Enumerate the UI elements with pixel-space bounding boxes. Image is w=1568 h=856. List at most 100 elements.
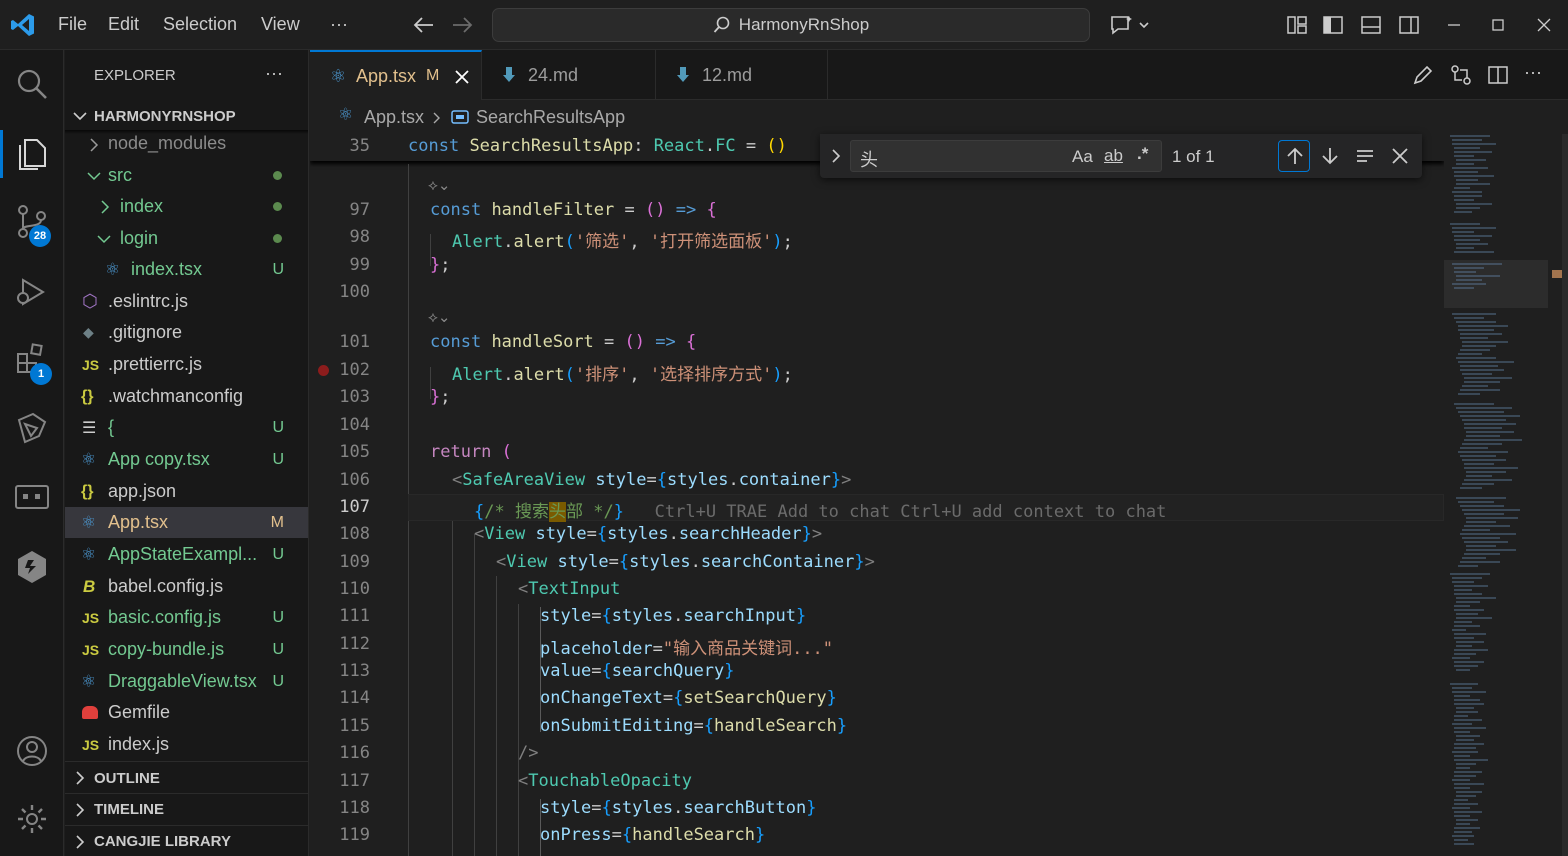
toggle-replace-chevron-icon[interactable] [830, 148, 842, 164]
command-center-search[interactable]: HarmonyRnShop [492, 8, 1090, 42]
tree-item-index-folder[interactable]: index [65, 191, 308, 222]
match-case-button[interactable]: Aa [1072, 147, 1093, 167]
tree-item-app-json[interactable]: {} app.json [65, 476, 308, 507]
extensions-badge: 1 [30, 363, 52, 385]
code-line: placeholder="输入商品关键词..." [540, 639, 834, 659]
babel-file-icon: B [83, 576, 96, 596]
tree-item-gemfile[interactable]: Gemfile [65, 697, 308, 728]
menu-more[interactable]: ··· [330, 14, 348, 35]
tab-12-md[interactable]: 12.md [656, 50, 828, 100]
forward-arrow-icon[interactable] [451, 15, 473, 35]
tab-label: 12.md [702, 64, 753, 85]
line-number: 114 [339, 688, 370, 708]
close-find-icon[interactable] [1391, 147, 1409, 165]
close-window-icon[interactable] [1533, 14, 1555, 36]
tree-item-babel-config[interactable]: B babel.config.js [65, 571, 308, 602]
menu-file[interactable]: File [58, 14, 87, 35]
editor-scrollbar[interactable] [1562, 134, 1568, 856]
editor-more-button[interactable]: ··· [1524, 62, 1542, 83]
tree-item-eslintrc[interactable]: ⬡ .eslintrc.js [65, 286, 308, 317]
tree-item-appstate[interactable]: ⚛ AppStateExampl... U [65, 539, 308, 570]
indent-guide [452, 494, 453, 856]
outline-section[interactable]: OUTLINE [65, 761, 308, 793]
previous-match-button[interactable] [1278, 140, 1310, 172]
indent-guide [518, 604, 519, 856]
react-file-icon: ⚛ [81, 671, 97, 691]
find-input[interactable]: 头 Aa ab .* [850, 140, 1162, 172]
codelens-icon[interactable]: ⟡⌄ [428, 176, 450, 194]
git-status: U [272, 260, 284, 278]
tree-item-src[interactable]: src [65, 160, 308, 191]
maximize-icon[interactable] [1487, 14, 1509, 36]
find-widget: 头 Aa ab .* 1 of 1 [820, 134, 1422, 178]
remote-explorer-icon[interactable] [13, 478, 51, 516]
tree-item-copy-bundle[interactable]: JS copy-bundle.js U [65, 634, 308, 665]
tree-item-app-copy[interactable]: ⚛ App copy.tsx U [65, 444, 308, 475]
tree-item-index-js[interactable]: JS index.js [65, 729, 308, 760]
ruby-file-icon [82, 706, 98, 719]
chevron-right-icon [76, 771, 85, 785]
arrow-down-icon[interactable] [1320, 146, 1340, 166]
line-number: 107 [339, 497, 370, 517]
chat-sparkle-icon[interactable] [1108, 13, 1150, 37]
menu-view[interactable]: View [261, 14, 300, 35]
tree-item-watchmanconfig[interactable]: {} .watchmanconfig [65, 381, 308, 412]
code-editor[interactable]: 35 const SearchResultsApp: React.FC = ()… [310, 134, 1444, 856]
tab-label: 24.md [528, 64, 579, 85]
regex-button[interactable]: .* [1137, 144, 1148, 164]
tab-24-md[interactable]: 24.md [482, 50, 656, 100]
code-line: }; [430, 255, 451, 275]
account-icon[interactable] [13, 732, 51, 770]
codelens-icon[interactable]: ⟡⌄ [428, 308, 450, 326]
cangjie-library-section[interactable]: CANGJIE LIBRARY [65, 825, 308, 856]
tree-item-gitignore[interactable]: ◆ .gitignore [65, 317, 308, 348]
minimize-icon[interactable] [1443, 14, 1465, 36]
tree-item-prettierrc[interactable]: JS .prettierrc.js [65, 349, 308, 380]
layout-custom-icon[interactable] [1286, 14, 1308, 36]
tree-item-login[interactable]: login [65, 223, 308, 254]
chevron-down-icon [73, 112, 87, 121]
files-explorer-icon[interactable] [13, 134, 51, 172]
code-line: const handleFilter = () => { [430, 200, 717, 220]
back-arrow-icon[interactable] [413, 15, 435, 35]
settings-gear-icon[interactable] [13, 800, 51, 838]
code-line: }; [430, 387, 451, 407]
find-in-selection-icon[interactable] [1355, 146, 1375, 166]
tree-item-draggableview[interactable]: ⚛ DraggableView.tsx U [65, 666, 308, 697]
menu-edit[interactable]: Edit [108, 14, 139, 35]
tree-item-login-index-tsx[interactable]: ⚛ index.tsx U [65, 254, 308, 285]
cangjie-icon[interactable] [13, 548, 51, 586]
line-number: 116 [339, 743, 370, 763]
toggle-secondary-sidebar-icon[interactable] [1398, 14, 1420, 36]
project-header[interactable]: HARMONYRNSHOP [65, 102, 308, 130]
modified-dot [273, 171, 282, 180]
tree-item-brace[interactable]: ☰ { U [65, 412, 308, 443]
compare-changes-icon[interactable] [1450, 64, 1472, 86]
explorer-more-button[interactable]: ··· [265, 63, 283, 84]
run-debug-icon[interactable] [13, 272, 51, 310]
tree-item-node-modules[interactable]: node_modules [65, 128, 308, 159]
chevron-right-icon [90, 138, 99, 152]
edit-pencil-icon[interactable] [1412, 64, 1434, 86]
tab-app-tsx[interactable]: ⚛ App.tsx M [310, 50, 482, 100]
git-status: M [270, 513, 284, 531]
breadcrumb-symbol[interactable]: SearchResultsApp [476, 107, 625, 128]
code-line: style={styles.searchButton} [540, 798, 817, 818]
split-editor-icon[interactable] [1487, 64, 1509, 86]
breadcrumb-file[interactable]: App.tsx [364, 107, 424, 128]
code-line: return ( [430, 442, 512, 462]
toggle-panel-icon[interactable] [1360, 14, 1382, 36]
tree-item-label: Gemfile [108, 702, 171, 722]
search-view-icon[interactable] [13, 65, 51, 103]
match-whole-word-button[interactable]: ab [1104, 146, 1123, 166]
menu-selection[interactable]: Selection [163, 14, 237, 35]
tree-item-app-tsx[interactable]: ⚛ App.tsx M [65, 507, 308, 538]
tree-item-label: src [108, 165, 132, 185]
minimap[interactable] [1444, 134, 1568, 856]
close-icon[interactable] [454, 69, 470, 85]
timeline-section[interactable]: TIMELINE [65, 793, 308, 825]
trae-agent-icon[interactable] [13, 410, 51, 448]
minimap-preview [1444, 135, 1566, 845]
toggle-primary-sidebar-icon[interactable] [1322, 14, 1344, 36]
tree-item-basic-config[interactable]: JS basic.config.js U [65, 602, 308, 633]
